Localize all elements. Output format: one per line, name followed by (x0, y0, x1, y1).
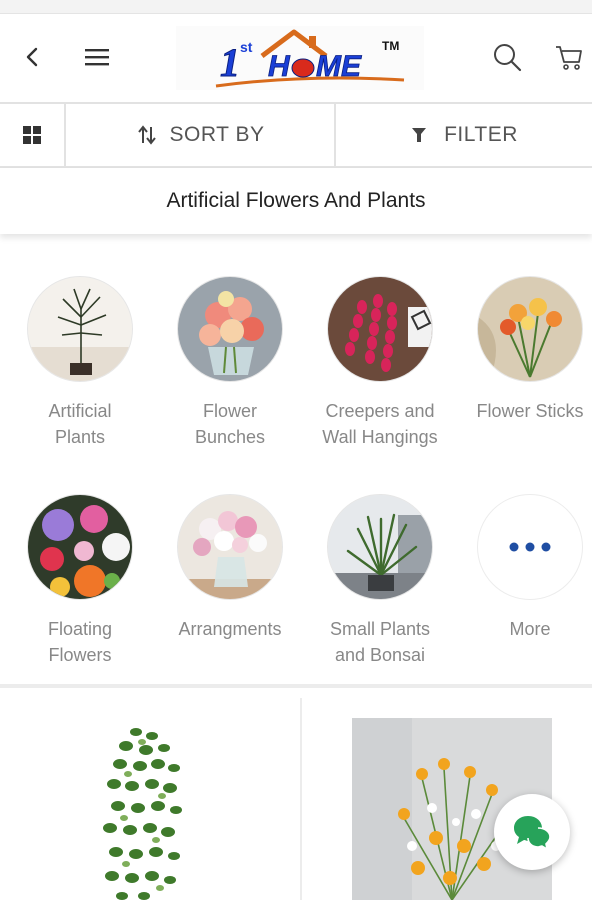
cart-button[interactable] (548, 36, 590, 78)
product-image-hanging-creeper[interactable] (96, 724, 206, 900)
product-column-divider (300, 698, 302, 900)
category-label-line2: Bunches (194, 427, 266, 447)
category-label-line1: Flower Sticks (476, 401, 584, 421)
category-title-bar: Artificial Flowers And Plants (0, 168, 592, 234)
filter-button[interactable]: FILTER (336, 104, 592, 166)
more-dots-icon (509, 542, 551, 552)
category-small-plants-bonsai[interactable]: Small Plants and Bonsai (305, 494, 455, 668)
category-flower-bunches[interactable]: Flower Bunches (155, 276, 305, 450)
more-categories-circle (477, 494, 583, 600)
category-image (327, 494, 433, 600)
chat-bubbles-icon (514, 816, 551, 850)
category-floating-flowers[interactable]: Floating Flowers (5, 494, 155, 668)
category-flower-sticks[interactable]: Flower Sticks (455, 276, 592, 424)
grid-view-button[interactable] (0, 104, 66, 166)
category-label-line2: and Bonsai (334, 645, 426, 665)
category-label-line1: Small Plants (329, 619, 431, 639)
search-button[interactable] (486, 36, 528, 78)
grid-view-icon (23, 126, 41, 144)
product-grid (0, 688, 592, 900)
brand-logo[interactable]: 1 st H ME TM (176, 26, 424, 90)
category-label-line1: Flower (202, 401, 257, 421)
category-image (327, 276, 433, 382)
back-button[interactable] (12, 36, 54, 78)
category-image (177, 276, 283, 382)
cart-icon (556, 46, 582, 70)
chat-button[interactable] (494, 794, 570, 870)
category-arrangments[interactable]: Arrangments (155, 494, 305, 642)
category-creepers-wall-hangings[interactable]: Creepers and Wall Hangings (305, 276, 455, 450)
category-image (477, 276, 583, 382)
listing-toolbar: SORT BY FILTER (0, 102, 592, 168)
subcategory-grid: Artificial Plants Flower Bunches Creeper… (0, 246, 592, 684)
category-label-line1: Arrangments (178, 619, 282, 639)
category-label-line1: Floating (47, 619, 113, 639)
category-image (177, 494, 283, 600)
category-label-line2: Plants (54, 427, 106, 447)
category-image (27, 276, 133, 382)
category-label-line2: Wall Hangings (322, 427, 438, 447)
svg-text:1: 1 (220, 40, 240, 85)
category-label-line2: Flowers (48, 645, 112, 665)
category-label-line1: Creepers and (325, 401, 435, 421)
hamburger-menu-icon (85, 49, 109, 66)
svg-text:H: H (268, 50, 291, 83)
app-header: 1 st H ME TM (0, 14, 592, 102)
sort-by-label: SORT BY (169, 123, 265, 146)
category-image (27, 494, 133, 600)
logo-superscript: st (240, 39, 253, 55)
category-label-line1: Artificial (48, 401, 112, 421)
status-bar-strip (0, 0, 592, 14)
sort-by-button[interactable]: SORT BY (66, 104, 336, 166)
category-artificial-plants[interactable]: Artificial Plants (5, 276, 155, 450)
svg-text:ME: ME (316, 50, 362, 83)
back-arrow-icon (26, 47, 38, 67)
search-icon (494, 44, 522, 72)
page-title: Artificial Flowers And Plants (166, 189, 426, 212)
filter-funnel-icon (412, 128, 427, 142)
category-more[interactable]: More (455, 494, 592, 642)
category-label-line1: More (509, 619, 551, 639)
sort-arrows-icon (137, 125, 156, 145)
filter-label: FILTER (444, 123, 518, 146)
menu-button[interactable] (74, 36, 120, 78)
logo-trademark: TM (382, 39, 399, 53)
